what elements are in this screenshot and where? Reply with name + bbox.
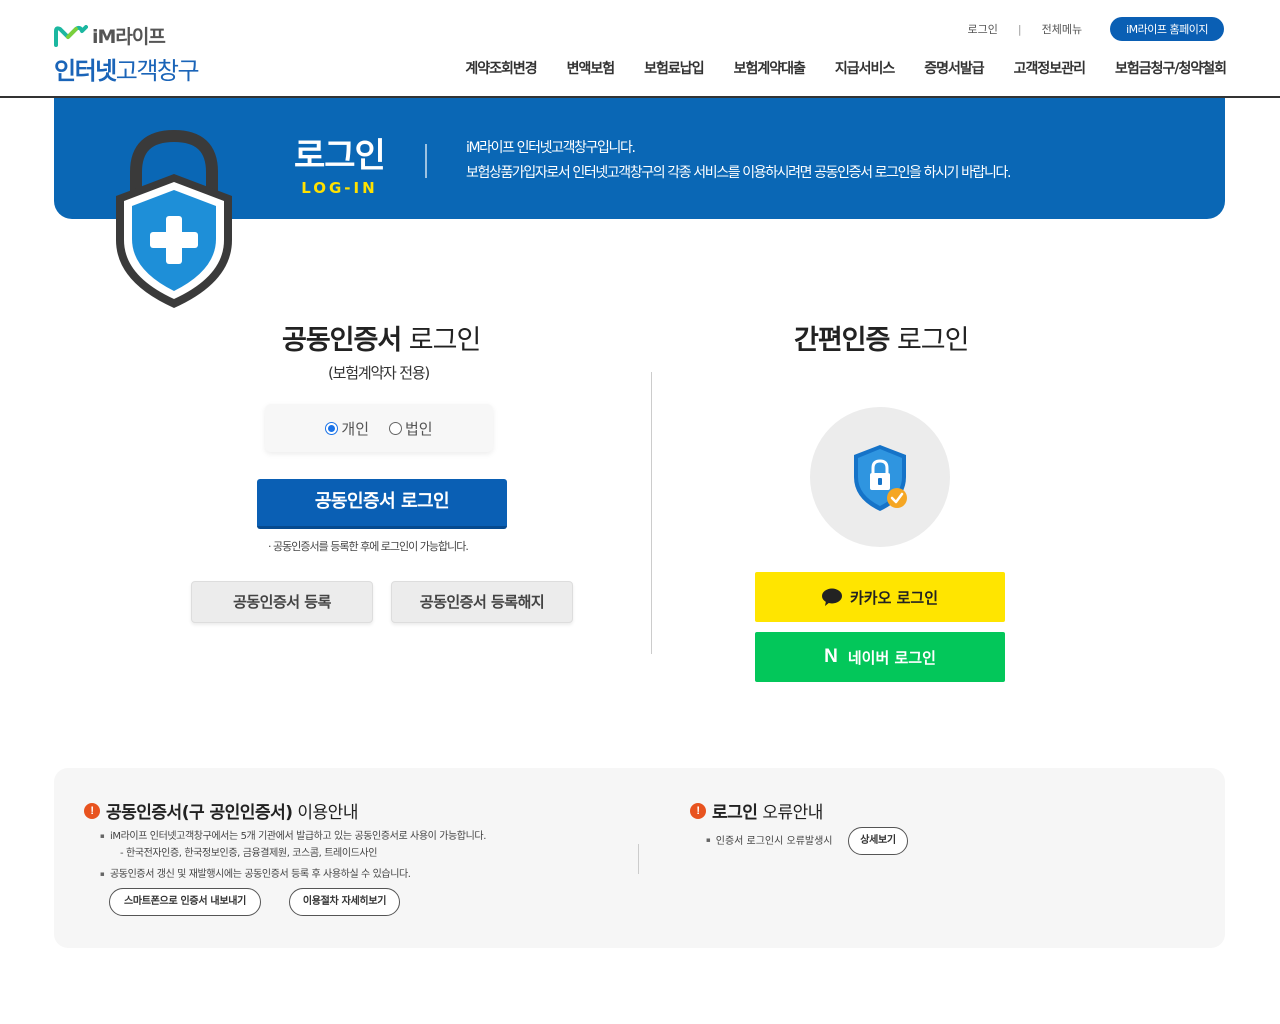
naver-login-label: 네이버 로그인 xyxy=(847,648,936,667)
homepage-button[interactable]: iM라이프 홈페이지 xyxy=(1110,17,1224,41)
banner-title-ko: 로그인 xyxy=(294,136,386,176)
info-divider xyxy=(638,844,639,874)
cert-info-title: ! 공동인증서(구 공인인증서) 이용안내 xyxy=(84,798,358,823)
cert-info-item-1: iM라이프 인터넷고객창구에서는 5개 기관에서 발급하고 있는 공동인증서로 … xyxy=(100,828,486,862)
nav-item-payment-service[interactable]: 지급서비스 xyxy=(835,58,895,78)
kakao-speech-bubble-icon xyxy=(821,588,842,606)
cert-register-button[interactable]: 공동인증서 등록 xyxy=(191,581,373,623)
shield-lock-icon xyxy=(854,445,907,511)
util-separator: | xyxy=(1017,22,1022,36)
utility-menu: 로그인 | 전체메뉴 iM라이프 홈페이지 xyxy=(968,17,1224,41)
main-navigation: 계약조회변경 변액보험 보험료납입 보험계약대출 지급서비스 증명서발급 고객정… xyxy=(465,58,1227,78)
easy-login-title-thin: 로그인 xyxy=(889,325,970,356)
section-divider xyxy=(651,372,652,654)
nav-item-customer-info[interactable]: 고객정보관리 xyxy=(1014,58,1086,78)
radio-personal-dot[interactable] xyxy=(325,421,339,435)
radio-corporate[interactable]: 법인 xyxy=(389,418,433,439)
cert-info-item-1-sub: - 한국전자인증, 한국정보인증, 금융결제원, 코스콤, 트레이드사인 xyxy=(120,848,378,859)
cert-info-title-thin: 이용안내 xyxy=(292,803,358,823)
info-box: ! 공동인증서(구 공인인증서) 이용안내 iM라이프 인터넷고객창구에서는 5… xyxy=(54,768,1225,948)
user-type-selector: 개인 법인 xyxy=(265,404,493,452)
cert-unregister-button[interactable]: 공동인증서 등록해지 xyxy=(391,581,573,623)
logo-title-thin: 고객창구 xyxy=(115,57,200,85)
easy-login-title: 간편인증 로그인 xyxy=(794,318,970,357)
cert-login-note: · 공동인증서를 등록한 후에 로그인이 가능합니다. xyxy=(268,540,469,553)
error-info-title-thin: 오류안내 xyxy=(757,803,823,823)
cert-info-list: iM라이프 인터넷고객창구에서는 5개 기관에서 발급하고 있는 공동인증서로 … xyxy=(100,828,486,883)
nav-item-variable-insurance[interactable]: 변액보험 xyxy=(567,58,616,78)
radio-personal[interactable]: 개인 xyxy=(325,418,369,439)
kakao-login-label: 카카오 로그인 xyxy=(849,588,939,607)
banner-description: iM라이프 인터넷고객창구입니다. 보험상품가입자로서 인터넷고객창구의 각종 … xyxy=(466,136,1011,186)
util-login-link[interactable]: 로그인 xyxy=(968,21,998,37)
logo-brand: iM라이프 xyxy=(92,26,166,48)
error-info-item: ▪ 인증서 로그인시 오류발생시 xyxy=(706,832,833,848)
nav-item-premium-payment[interactable]: 보험료납입 xyxy=(644,58,704,78)
easy-auth-illustration xyxy=(810,407,950,547)
util-all-menu-link[interactable]: 전체메뉴 xyxy=(1042,21,1082,37)
banner-desc-line1: iM라이프 인터넷고객창구입니다. xyxy=(466,140,636,156)
cert-login-button[interactable]: 공동인증서 로그인 xyxy=(257,479,507,529)
cert-info-item-2: 공동인증서 갱신 및 재발행시에는 공동인증서 등록 후 사용하실 수 있습니다… xyxy=(100,866,486,883)
naver-n-icon: N xyxy=(824,646,838,667)
bullet: ▪ xyxy=(706,835,711,844)
im-logo-mark-icon xyxy=(54,24,88,47)
banner-title-en: LOG-IN xyxy=(301,179,378,197)
naver-login-button[interactable]: N 네이버 로그인 xyxy=(755,632,1005,682)
cert-login-note-text: 공동인증서를 등록한 후에 로그인이 가능합니다. xyxy=(273,540,469,553)
error-detail-button[interactable]: 상세보기 xyxy=(848,827,908,855)
site-logo[interactable]: iM라이프 인터넷고객창구 xyxy=(54,22,200,86)
nav-item-contract-inquiry[interactable]: 계약조회변경 xyxy=(465,58,537,78)
radio-personal-label: 개인 xyxy=(341,419,369,438)
banner-desc-line2: 보험상품가입자로서 인터넷고객창구의 각종 서비스를 이용하시려면 공동인증서 … xyxy=(466,165,1011,181)
cert-login-subtitle: (보험계약자 전용) xyxy=(328,364,430,382)
cert-info-title-bold: 공동인증서(구 공인인증서) xyxy=(106,803,293,823)
export-to-smartphone-button[interactable]: 스마트폰으로 인증서 내보내기 xyxy=(109,888,261,916)
cert-info-item-2-text: 공동인증서 갱신 및 재발행시에는 공동인증서 등록 후 사용하실 수 있습니다… xyxy=(110,869,411,880)
nav-item-claim-withdrawal[interactable]: 보험금청구/청약철회 xyxy=(1115,58,1227,78)
banner-divider xyxy=(425,144,427,178)
nav-item-policy-loan[interactable]: 보험계약대출 xyxy=(734,58,806,78)
warning-icon: ! xyxy=(84,802,100,819)
easy-login-title-bold: 간편인증 xyxy=(794,325,890,356)
cert-login-title-bold: 공동인증서 xyxy=(282,325,402,356)
error-info-title-bold: 로그인 xyxy=(712,803,758,823)
site-header: iM라이프 인터넷고객창구 로그인 | 전체메뉴 iM라이프 홈페이지 계약조회… xyxy=(0,0,1280,98)
banner-title: 로그인 LOG-IN xyxy=(294,128,386,197)
nav-item-certificate-issue[interactable]: 증명서발급 xyxy=(924,58,984,78)
error-info-item-text: 인증서 로그인시 오류발생시 xyxy=(715,836,833,847)
procedure-detail-button[interactable]: 이용절차 자세히보기 xyxy=(289,888,400,916)
cert-info-item-1-text: iM라이프 인터넷고객창구에서는 5개 기관에서 발급하고 있는 공동인증서로 … xyxy=(110,831,486,842)
radio-corporate-dot[interactable] xyxy=(389,421,402,435)
kakao-login-button[interactable]: 카카오 로그인 xyxy=(755,572,1005,622)
radio-corporate-label: 법인 xyxy=(405,419,433,438)
warning-icon: ! xyxy=(690,802,706,819)
cert-login-title-thin: 로그인 xyxy=(401,325,482,356)
logo-title: 인터넷고객창구 xyxy=(54,51,200,86)
logo-title-bold: 인터넷 xyxy=(54,57,117,85)
padlock-shield-icon xyxy=(116,130,232,308)
error-info-title: ! 로그인 오류안내 xyxy=(690,798,823,823)
cert-login-title: 공동인증서 로그인 xyxy=(282,318,482,357)
